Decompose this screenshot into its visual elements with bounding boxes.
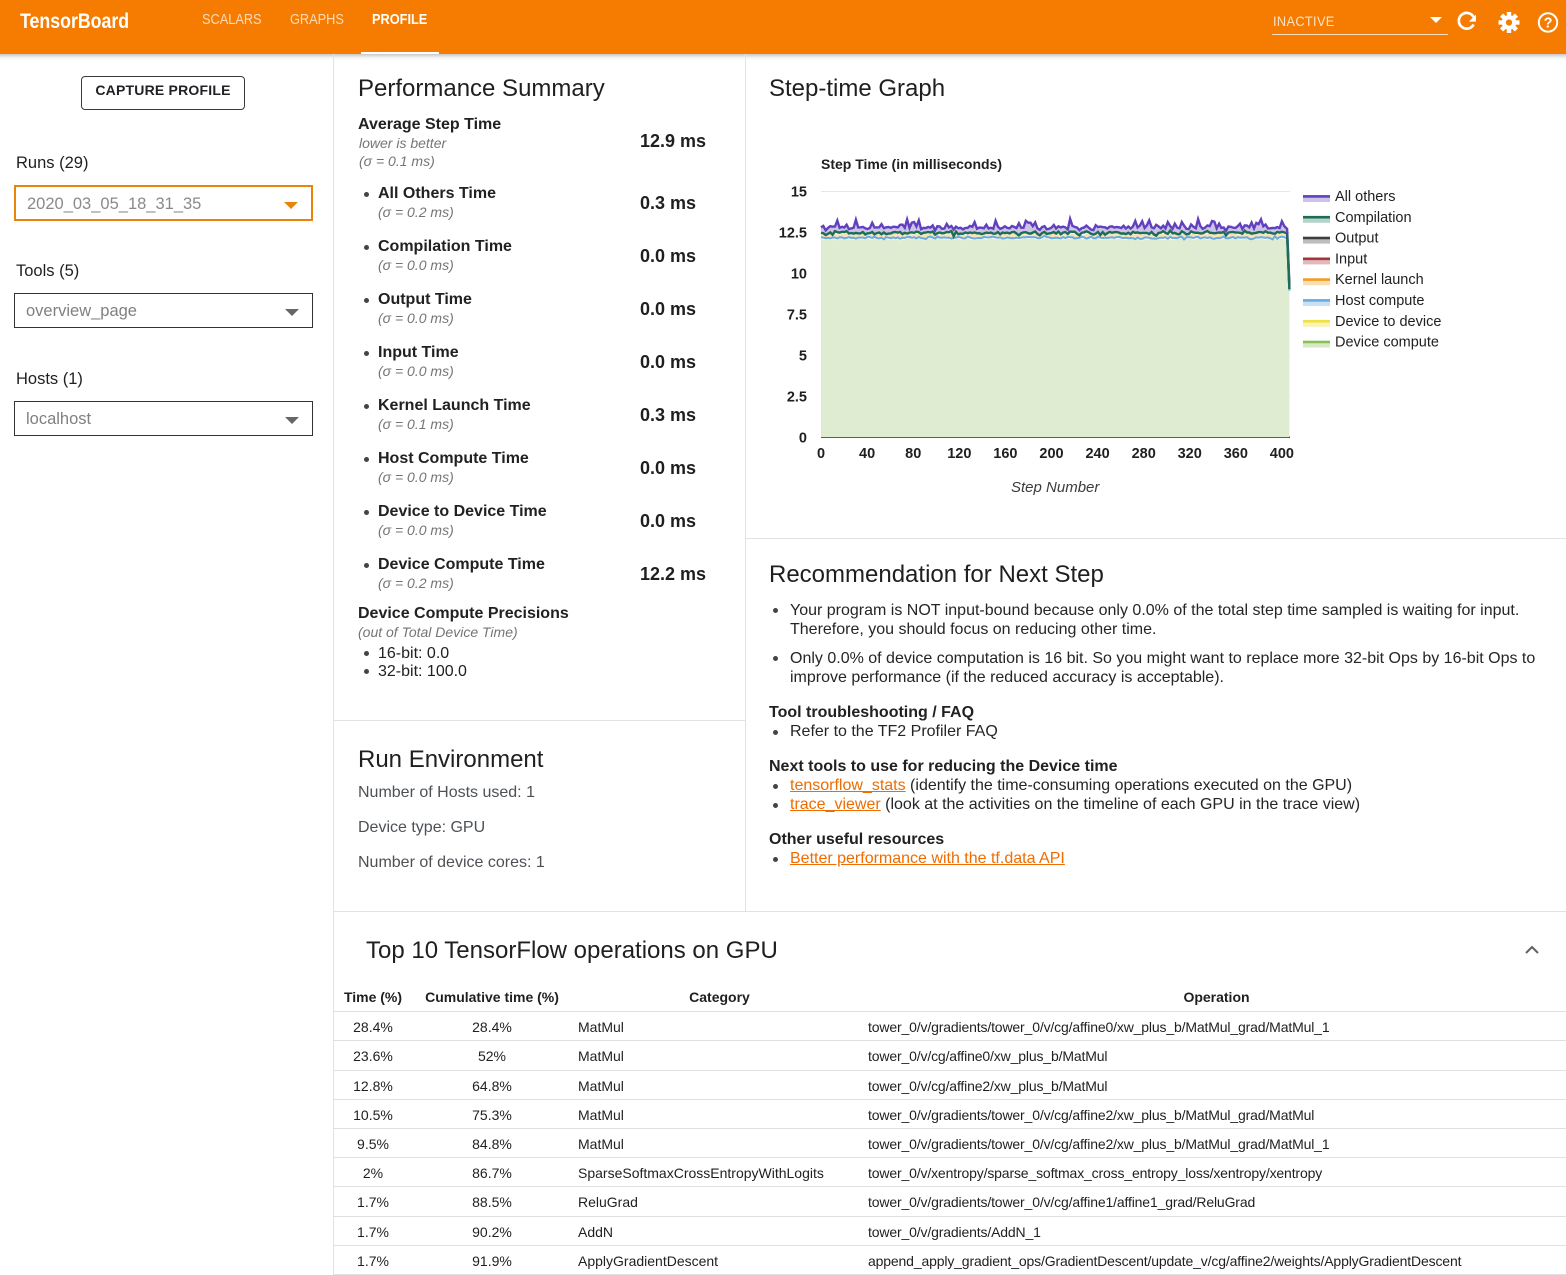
svg-text:0: 0 [817, 446, 825, 462]
svg-text:15: 15 [791, 185, 807, 201]
svg-text:Compilation: Compilation [1335, 210, 1412, 226]
svg-text:Host compute: Host compute [1335, 293, 1424, 309]
svg-text:All others: All others [1335, 189, 1395, 205]
svg-text:160: 160 [993, 446, 1017, 462]
svg-text:Output: Output [1335, 231, 1379, 247]
svg-text:280: 280 [1132, 446, 1156, 462]
svg-text:Device compute: Device compute [1335, 335, 1439, 351]
svg-text:320: 320 [1178, 446, 1202, 462]
svg-text:?: ? [1544, 16, 1553, 32]
svg-text:80: 80 [905, 446, 921, 462]
svg-text:2.5: 2.5 [787, 389, 807, 405]
svg-text:240: 240 [1085, 446, 1109, 462]
svg-text:5: 5 [799, 348, 807, 364]
svg-text:360: 360 [1224, 446, 1248, 462]
svg-text:10: 10 [791, 266, 807, 282]
svg-text:Device to device: Device to device [1335, 314, 1441, 330]
svg-text:400: 400 [1270, 446, 1294, 462]
svg-text:12.5: 12.5 [779, 226, 807, 242]
svg-text:Input: Input [1335, 251, 1367, 267]
svg-text:120: 120 [947, 446, 971, 462]
svg-text:40: 40 [859, 446, 875, 462]
svg-text:Kernel launch: Kernel launch [1335, 272, 1424, 288]
svg-text:0: 0 [799, 430, 807, 446]
svg-text:200: 200 [1039, 446, 1063, 462]
svg-text:7.5: 7.5 [787, 307, 807, 323]
